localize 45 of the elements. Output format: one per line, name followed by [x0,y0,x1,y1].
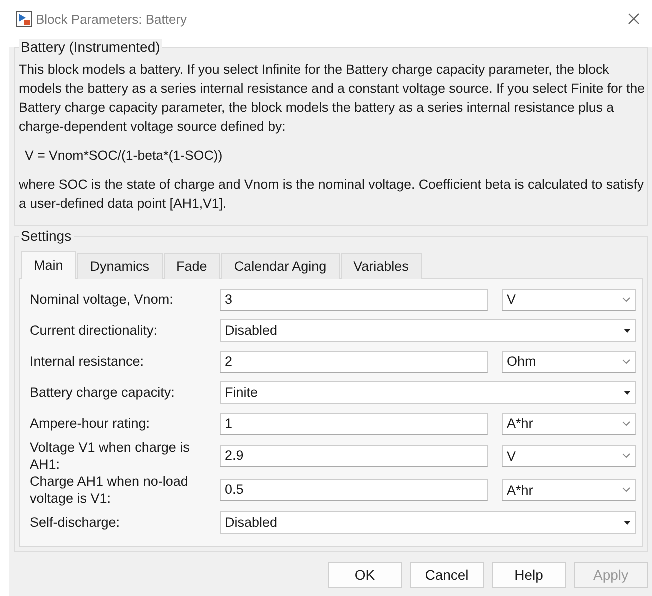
input-field[interactable]: 0.5 [220,479,488,501]
dialog-button[interactable]: OK [328,562,402,588]
description-text: where SOC is the state of charge and Vnom is the nominal voltage. Coefficient beta is calculated to satisfy a user-defined data point [AH1,V1]. [19,176,646,213]
close-icon[interactable] [628,13,640,25]
dialog-button[interactable]: Cancel [410,562,484,588]
input-field[interactable]: 1 [220,412,488,434]
chevron-icon [622,487,631,493]
app-icon [16,11,32,27]
tab[interactable]: Dynamics [77,253,163,279]
chevron-icon [622,453,631,459]
chevron-icon [622,420,631,426]
chevron-icon [622,296,631,302]
field-label: Current directionality: [30,322,159,339]
caret-icon [624,328,631,332]
description-text: This block models a battery. If you select Infinite for the Battery charge capacity parameter, the block models the battery as a series internal resistance and a constant voltage source. If you select Finite for the Battery charge capacity parameter, the block models the battery as a series internal resistance plus a charge-dependent voltage source defined by: [19,61,646,136]
input-field[interactable]: 2 [220,350,488,372]
caret-icon [624,390,631,394]
description-text: V = Vnom*SOC/(1-beta*(1-SOC)) [24,147,224,165]
field-label: Nominal voltage, Vnom: [30,291,174,308]
dropdown[interactable]: Disabled [220,319,636,342]
dropdown[interactable]: Finite [220,381,636,404]
dropdown[interactable]: Disabled [220,511,636,534]
unit-dropdown[interactable]: A*hr [502,479,636,501]
unit-dropdown[interactable]: A*hr [502,412,636,434]
unit-dropdown[interactable]: Ohm [502,350,636,372]
window-title: Block Parameters: Battery [36,12,188,26]
field-label: Battery charge capacity: [30,384,176,401]
field-label: Charge AH1 when no-load voltage is V1: [30,473,190,507]
caret-icon [624,520,631,524]
input-field[interactable]: 2.9 [220,445,488,467]
chevron-icon [622,358,631,364]
field-label: Internal resistance: [30,353,146,370]
unit-dropdown[interactable]: V [502,445,636,467]
tab[interactable]: Main [21,251,76,279]
field-label: Self-discharge: [30,514,122,531]
tab[interactable]: Fade [164,253,220,279]
unit-dropdown[interactable]: V [502,288,636,310]
field-label: Voltage V1 when charge is AH1: [30,439,191,473]
field-label: Ampere-hour rating: [30,415,152,432]
tab[interactable]: Calendar Aging [221,253,340,279]
dialog-button[interactable]: Help [492,562,566,588]
group-title: Battery (Instrumented) [19,39,162,55]
tab[interactable]: Variables [340,253,422,279]
input-field[interactable]: 3 [220,288,488,310]
group-title: Settings [19,228,74,244]
